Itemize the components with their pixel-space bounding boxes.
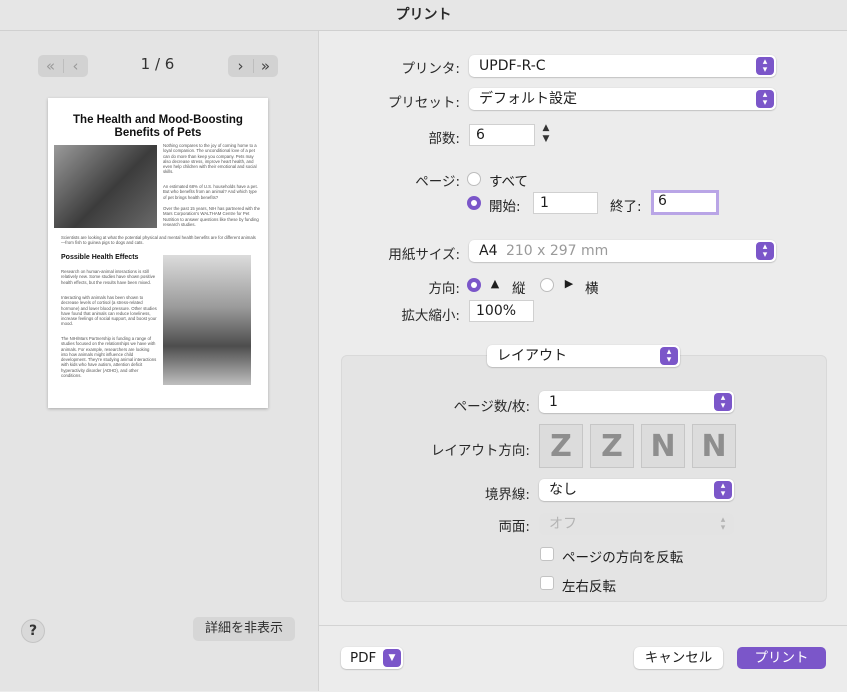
preview-pane: « ‹ 1 / 6 › » The Health and Mood-Boosti… [0, 31, 319, 691]
window-title: プリント [0, 0, 847, 31]
preview-paragraph: An estimated 68% of U.S. households have… [163, 184, 258, 200]
pages-range-radio[interactable] [467, 196, 481, 210]
chevron-updown-icon: ▴ ▾ [714, 393, 732, 411]
chevron-updown-icon: ▴ ▾ [714, 481, 732, 499]
pdf-menu-button[interactable]: PDF ▼ [341, 647, 403, 669]
printer-value: UPDF-R-C [479, 58, 546, 74]
reverse-orientation-checkbox[interactable] [540, 547, 554, 561]
copies-stepper[interactable]: ▲ ▼ [539, 123, 553, 147]
pdf-label: PDF [350, 650, 377, 666]
portrait-person-icon: ▲ [490, 277, 500, 290]
border-label: 境界線: [484, 487, 530, 503]
preview-nav-forward-group: › » [228, 55, 278, 77]
preview-paragraph: Over the past 15 years, NIH has partnere… [163, 206, 260, 227]
preview-paragraph: Research on human-animal interactions is… [61, 269, 156, 285]
chevron-updown-icon: ▴ ▾ [756, 57, 774, 75]
preview-heading: Possible Health Effects [61, 254, 139, 261]
section-value: レイアウト [497, 348, 567, 364]
layout-direction-reverse-n-icon[interactable]: N [692, 424, 736, 468]
paper-size-label: 用紙サイズ: [388, 247, 460, 263]
scale-field[interactable]: 100% [469, 300, 534, 322]
paper-size-value: A4 [479, 243, 498, 259]
chevron-down-icon[interactable]: ▼ [539, 134, 553, 145]
copies-field[interactable]: 6 [469, 124, 535, 146]
page-indicator: 1 / 6 [140, 55, 175, 73]
pages-all-radio[interactable] [467, 172, 481, 186]
reverse-orientation-label: ページの方向を反転 [562, 550, 684, 566]
duplex-label: 両面: [498, 519, 530, 535]
pages-from-label: 開始: [489, 199, 521, 215]
orientation-portrait-radio[interactable] [467, 278, 481, 292]
scale-label: 拡大縮小: [401, 308, 460, 324]
chevron-updown-icon: ▴ ▾ [756, 90, 774, 108]
print-button[interactable]: プリント [737, 647, 826, 669]
chevron-right-icon[interactable]: › [229, 57, 253, 75]
preview-paragraph: Interacting with animals has been shown … [61, 295, 157, 327]
pages-per-sheet-label: ページ数/枚: [453, 399, 530, 415]
dog-photo [163, 255, 251, 385]
pages-all-label: すべて [489, 174, 529, 190]
page-preview: The Health and Mood-Boosting Benefits of… [48, 98, 268, 408]
duplex-value: オフ [549, 516, 577, 532]
pages-from-field[interactable]: 1 [533, 192, 598, 214]
orientation-landscape-label: 横 [585, 281, 599, 297]
chevron-updown-icon: ▴ ▾ [720, 515, 726, 533]
chevron-updown-icon: ▴ ▾ [660, 347, 678, 365]
pages-per-sheet-select[interactable]: 1 ▴ ▾ [539, 391, 734, 413]
preview-title: The Health and Mood-Boosting Benefits of… [73, 114, 243, 139]
layout-direction-label: レイアウト方向: [430, 443, 530, 459]
layout-direction-z-icon[interactable]: Z [539, 424, 583, 468]
pages-to-label: 終了: [610, 199, 642, 215]
cancel-button[interactable]: キャンセル [634, 647, 723, 669]
copies-label: 部数: [428, 131, 460, 147]
preset-select[interactable]: デフォルト設定 ▴ ▾ [469, 88, 776, 110]
double-chevron-right-icon[interactable]: » [254, 57, 278, 75]
preview-paragraph: The NIH/Mars Partnership is funding a ra… [61, 336, 157, 379]
preview-paragraph: Scientists are looking at what the poten… [61, 235, 256, 246]
section-select[interactable]: レイアウト ▴ ▾ [487, 345, 680, 367]
dog-photo [54, 145, 157, 228]
chevron-left-icon[interactable]: ‹ [64, 57, 88, 75]
flip-horizontal-checkbox[interactable] [540, 576, 554, 590]
preset-value: デフォルト設定 [479, 91, 577, 107]
preview-nav-back-group: « ‹ [38, 55, 88, 77]
duplex-select: オフ ▴ ▾ [539, 513, 734, 535]
chevron-down-icon: ▼ [383, 649, 401, 667]
double-chevron-left-icon[interactable]: « [39, 57, 63, 75]
preview-paragraph: Nothing compares to the joy of coming ho… [163, 143, 257, 175]
preset-label: プリセット: [387, 95, 460, 111]
paper-size-dims: 210 x 297 mm [505, 243, 609, 259]
hide-details-button[interactable]: 詳細を非表示 [193, 617, 295, 641]
border-select[interactable]: なし ▴ ▾ [539, 479, 734, 501]
orientation-landscape-radio[interactable] [540, 278, 554, 292]
help-button[interactable]: ? [21, 619, 45, 643]
layout-direction-reverse-z-icon[interactable]: Z [590, 424, 634, 468]
landscape-person-icon: ▶ [564, 277, 574, 290]
pages-to-field[interactable]: 6 [651, 190, 719, 215]
border-value: なし [549, 482, 577, 498]
flip-horizontal-label: 左右反転 [562, 579, 616, 595]
paper-size-select[interactable]: A4 210 x 297 mm ▴ ▾ [469, 240, 776, 262]
printer-label: プリンタ: [401, 61, 460, 77]
orientation-portrait-label: 縦 [512, 281, 526, 297]
orientation-label: 方向: [428, 281, 460, 297]
printer-select[interactable]: UPDF-R-C ▴ ▾ [469, 55, 776, 77]
chevron-updown-icon: ▴ ▾ [756, 242, 774, 260]
pages-per-sheet-value: 1 [549, 394, 558, 410]
chevron-up-icon[interactable]: ▲ [539, 123, 553, 134]
pages-label: ページ: [415, 174, 460, 190]
layout-direction-n-icon[interactable]: N [641, 424, 685, 468]
